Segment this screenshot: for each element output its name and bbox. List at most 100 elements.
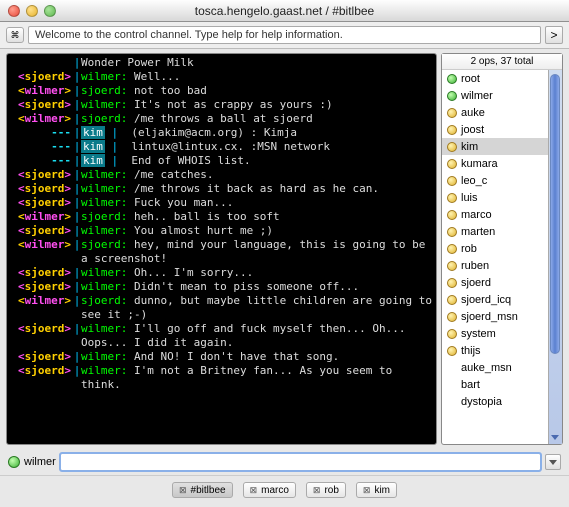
message-input[interactable]: [60, 453, 541, 471]
user-name: marten: [461, 226, 495, 238]
tab[interactable]: ⊠rob: [306, 482, 346, 498]
status-icon: [447, 380, 457, 390]
chat-line: <sjoerd>|wilmer: /me catches.: [11, 168, 432, 182]
user-item[interactable]: luis: [442, 189, 562, 206]
user-name: system: [461, 328, 496, 340]
user-panel: 2 ops, 37 total rootwilmeraukejoostkimku…: [441, 53, 563, 445]
user-item[interactable]: system: [442, 325, 562, 342]
status-icon: [447, 159, 457, 169]
close-icon[interactable]: [8, 5, 20, 17]
compose-row: wilmer: [0, 449, 569, 475]
status-icon: [447, 210, 457, 220]
minimize-icon[interactable]: [26, 5, 38, 17]
status-icon: [447, 363, 457, 373]
topic-field[interactable]: Welcome to the control channel. Type hel…: [28, 26, 541, 44]
user-item[interactable]: auke: [442, 104, 562, 121]
chat-line: <sjoerd>|wilmer: /me throws it back as h…: [11, 182, 432, 196]
tab[interactable]: ⊠ #bitlbee: [172, 482, 233, 498]
close-icon[interactable]: ⊠: [179, 485, 187, 496]
close-icon[interactable]: ⊠: [250, 485, 258, 496]
own-nick: wilmer: [24, 456, 56, 468]
history-dropdown[interactable]: [545, 454, 561, 470]
user-name: auke_msn: [461, 362, 512, 374]
chat-line: ---|kim | End of WHOIS list.: [11, 154, 432, 168]
status-icon: [447, 261, 457, 271]
chat-line: |Wonder Power Milk: [11, 56, 432, 70]
user-item[interactable]: sjoerd_msn: [442, 308, 562, 325]
user-item[interactable]: kim: [442, 138, 562, 155]
user-item[interactable]: kumara: [442, 155, 562, 172]
status-icon: [447, 125, 457, 135]
user-name: kim: [461, 141, 478, 153]
chat-line: <wilmer>|sjoerd: hey, mind your language…: [11, 238, 432, 266]
chat-log: |Wonder Power Milk<sjoerd>|wilmer: Well.…: [7, 54, 436, 444]
status-icon: [447, 176, 457, 186]
chat-line: <sjoerd>|wilmer: And NO! I don't have th…: [11, 350, 432, 364]
tab-label: rob: [324, 485, 338, 496]
user-item[interactable]: wilmer: [442, 87, 562, 104]
chat-line: <sjoerd>|wilmer: Fuck you man...: [11, 196, 432, 210]
close-icon[interactable]: ⊠: [363, 485, 371, 496]
user-name: root: [461, 73, 480, 85]
user-item[interactable]: dystopia: [442, 393, 562, 410]
main-area: |Wonder Power Milk<sjoerd>|wilmer: Well.…: [0, 49, 569, 449]
user-list[interactable]: root wilmer aukejoost kim kumara leo_cluis mar…: [442, 70, 562, 444]
user-item[interactable]: rob: [442, 240, 562, 257]
status-icon: [447, 397, 457, 407]
user-item[interactable]: ruben: [442, 257, 562, 274]
topic-row: ⌘ Welcome to the control channel. Type h…: [0, 22, 569, 49]
user-item[interactable]: auke_msn: [442, 359, 562, 376]
user-name: marco: [461, 209, 492, 221]
scrollbar-thumb[interactable]: [550, 74, 560, 354]
status-icon: [447, 193, 457, 203]
status-icon: [447, 329, 457, 339]
user-item[interactable]: marco: [442, 206, 562, 223]
presence-icon: [8, 456, 20, 468]
chevron-down-icon: [549, 458, 557, 466]
chat-line: <wilmer>|sjoerd: heh.. ball is too soft: [11, 210, 432, 224]
tab-label: #bitlbee: [191, 485, 226, 496]
close-icon[interactable]: ⊠: [313, 485, 321, 496]
tab-label: kim: [374, 485, 390, 496]
chat-line: <sjoerd>|wilmer: I'll go off and fuck my…: [11, 322, 432, 350]
status-icon: [447, 74, 457, 84]
chat-line: <sjoerd>|wilmer: I'm not a Britney fan..…: [11, 364, 432, 392]
status-icon: [447, 142, 457, 152]
user-item[interactable]: leo_c: [442, 172, 562, 189]
user-name: ruben: [461, 260, 489, 272]
user-name: sjoerd_msn: [461, 311, 518, 323]
tab-bar: ⊠#bitlbee⊠marco⊠rob⊠kim: [0, 475, 569, 504]
user-item[interactable]: sjoerd: [442, 274, 562, 291]
titlebar: tosca.hengelo.gaast.net / #bitlbee: [0, 0, 569, 22]
chat-line: <sjoerd>|wilmer: It's not as crappy as y…: [11, 98, 432, 112]
user-item[interactable]: thijs: [442, 342, 562, 359]
status-icon: [447, 295, 457, 305]
window-controls: [8, 5, 56, 17]
user-name: dystopia: [461, 396, 502, 408]
user-item[interactable]: sjoerd_icq: [442, 291, 562, 308]
chat-line: <sjoerd>|wilmer: Oh... I'm sorry...: [11, 266, 432, 280]
user-name: kumara: [461, 158, 498, 170]
status-icon: [447, 346, 457, 356]
chat-line: <wilmer>|sjoerd: not too bad: [11, 84, 432, 98]
user-item[interactable]: marten: [442, 223, 562, 240]
user-name: wilmer: [461, 90, 493, 102]
zoom-icon[interactable]: [44, 5, 56, 17]
chat-line: <sjoerd>|wilmer: Didn't mean to piss som…: [11, 280, 432, 294]
chevron-down-icon[interactable]: [550, 432, 560, 442]
user-item[interactable]: bart: [442, 376, 562, 393]
user-name: luis: [461, 192, 478, 204]
channel-icon[interactable]: ⌘: [6, 27, 24, 43]
chat-line: <sjoerd>|wilmer: Well...: [11, 70, 432, 84]
tab[interactable]: ⊠kim: [356, 482, 397, 498]
tab[interactable]: ⊠marco: [243, 482, 296, 498]
user-name: thijs: [461, 345, 481, 357]
go-button[interactable]: >: [545, 26, 563, 44]
user-name: leo_c: [461, 175, 487, 187]
user-name: sjoerd: [461, 277, 491, 289]
user-scrollbar[interactable]: [548, 70, 562, 444]
user-item[interactable]: root: [442, 70, 562, 87]
user-name: bart: [461, 379, 480, 391]
user-item[interactable]: joost: [442, 121, 562, 138]
user-name: sjoerd_icq: [461, 294, 511, 306]
